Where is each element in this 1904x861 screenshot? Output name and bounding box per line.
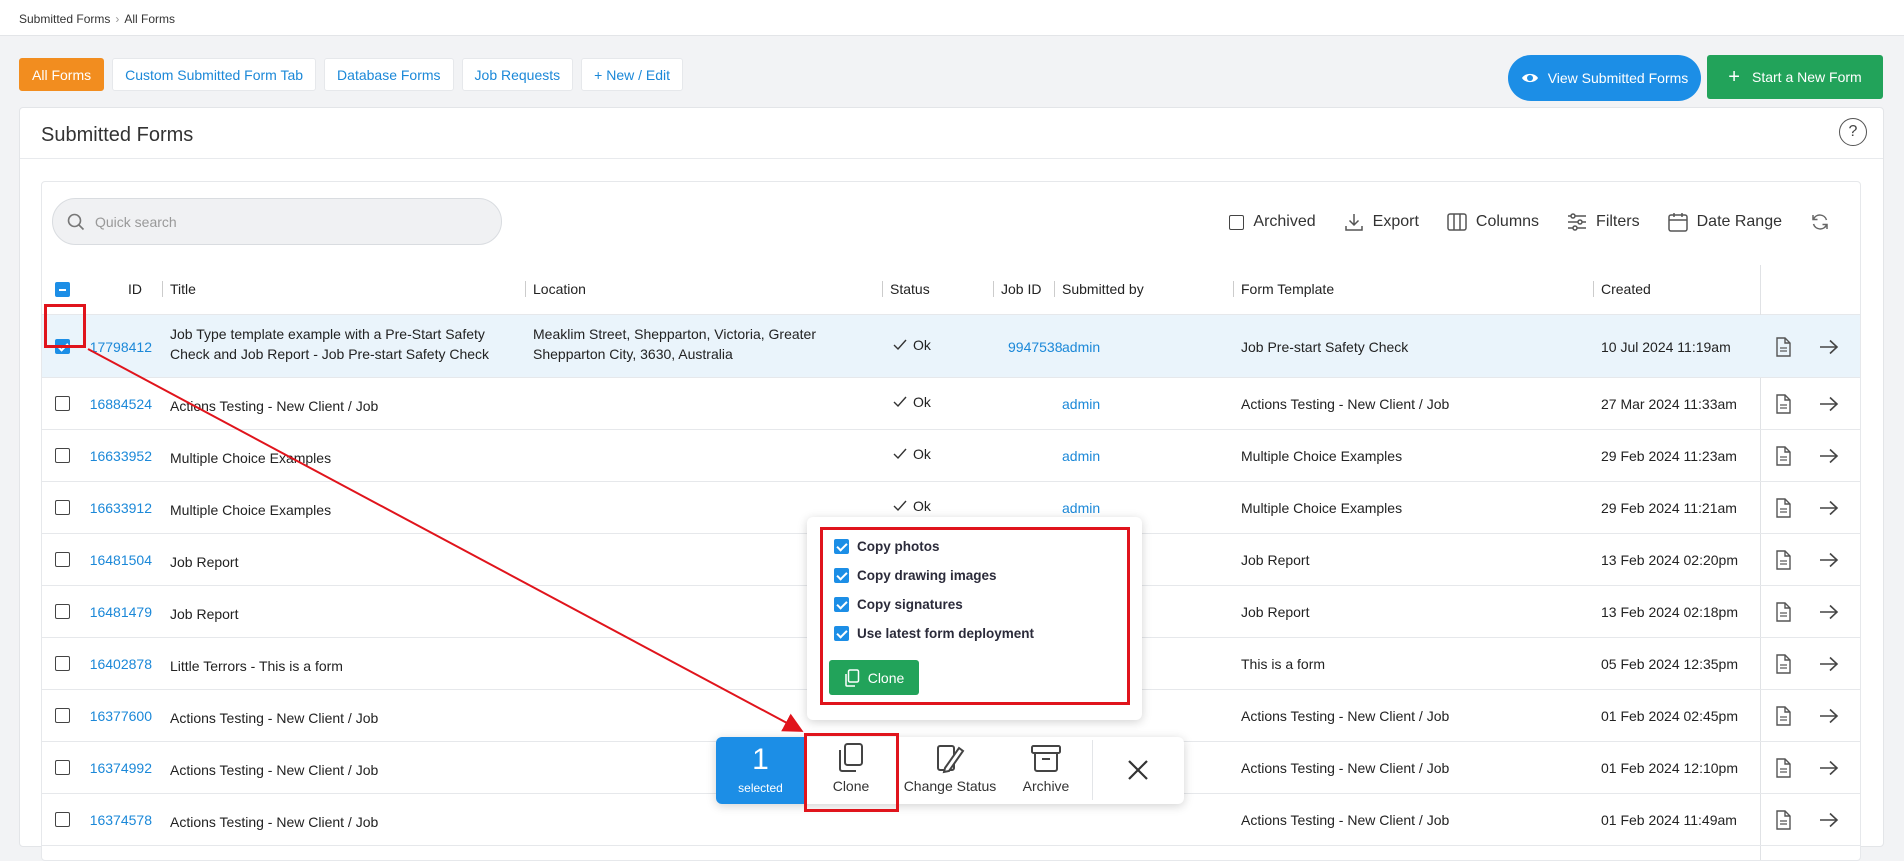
annotation-arrow [87,348,804,732]
